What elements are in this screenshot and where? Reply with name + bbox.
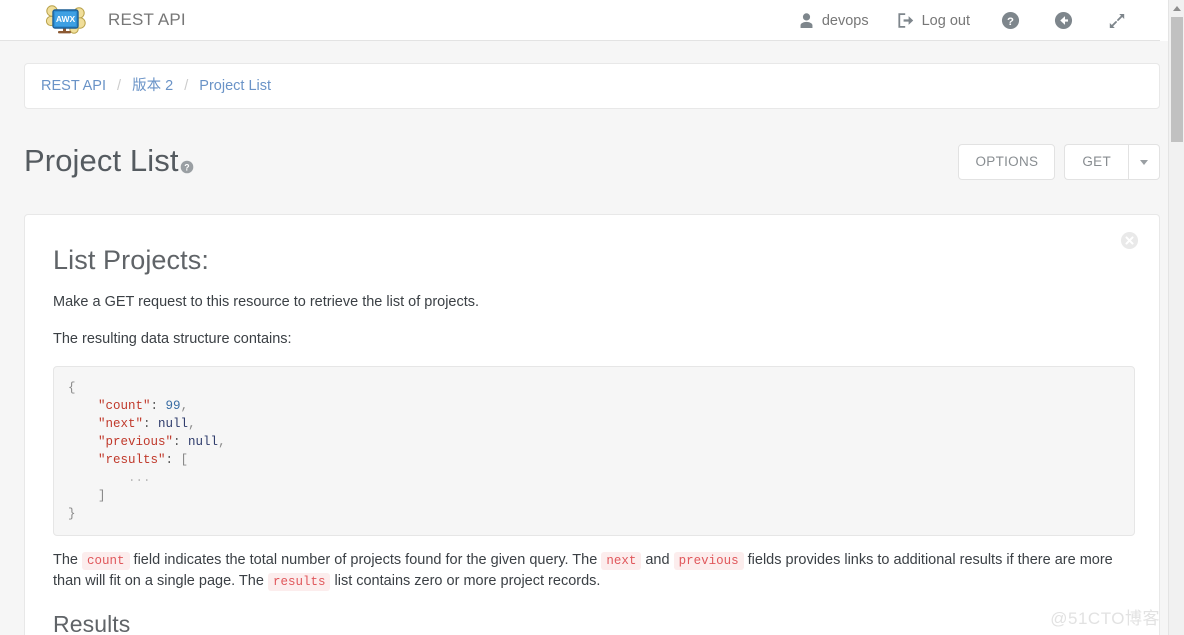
code-token-punc: { — [68, 380, 76, 395]
navbar-right-actions: devops Log out ? — [784, 0, 1144, 41]
question-circle-icon[interactable]: ? — [180, 146, 194, 182]
inline-code-count: count — [82, 551, 130, 570]
get-dropdown-toggle[interactable] — [1128, 144, 1160, 180]
scrollbar-thumb[interactable] — [1171, 17, 1183, 142]
awx-logo-icon: AWX — [44, 4, 88, 36]
brand-title: REST API — [108, 10, 186, 29]
code-token-punc: , — [218, 434, 226, 449]
close-circle-icon[interactable] — [1120, 231, 1139, 255]
breadcrumb-separator: / — [184, 78, 189, 94]
page-title: Project List ? — [24, 143, 194, 182]
intro-paragraph: Make a GET request to this resource to r… — [53, 294, 480, 311]
code-token-key: "next" — [98, 416, 144, 431]
breadcrumb-item-rest-api[interactable]: REST API — [41, 78, 106, 94]
section-heading-list-projects: List Projects: — [53, 245, 209, 276]
code-token-key: "results" — [98, 452, 166, 467]
response-code-block: { "count": 99, "next": null, "previous":… — [53, 365, 1135, 536]
page-root: AWX REST API devops Log out ? REST API /… — [0, 0, 1184, 635]
section-heading-results: Results — [53, 611, 131, 635]
breadcrumb: REST API / 版本 2 / Project List — [24, 63, 1160, 109]
code-token-null: null — [150, 416, 189, 431]
inline-code-previous: previous — [673, 551, 744, 570]
code-token-colon: : — [150, 398, 159, 413]
nav-user[interactable]: devops — [784, 0, 883, 41]
scroll-up-arrow-icon[interactable] — [1169, 0, 1184, 16]
code-token-punc: , — [180, 398, 189, 413]
get-split-button: GET — [1064, 144, 1160, 180]
svg-text:AWX: AWX — [56, 14, 76, 24]
nav-expand[interactable] — [1090, 0, 1144, 41]
nav-user-label: devops — [821, 12, 869, 29]
brand[interactable]: AWX REST API — [0, 0, 186, 41]
breadcrumb-item-version[interactable]: 版本 2 — [132, 78, 173, 94]
fields-description-paragraph: The count field indicates the total numb… — [53, 551, 1113, 592]
sign-out-icon — [897, 12, 915, 29]
response-panel: List Projects: Make a GET request to thi… — [24, 214, 1160, 635]
inline-code-results: results — [267, 573, 331, 592]
breadcrumb-item-project-list[interactable]: Project List — [199, 78, 271, 94]
breadcrumb-separator: / — [117, 78, 122, 94]
top-navbar: AWX REST API devops Log out ? — [0, 0, 1184, 41]
page-title-text: Project List — [24, 142, 179, 178]
svg-text:?: ? — [184, 162, 189, 172]
nav-help[interactable]: ? — [984, 0, 1037, 41]
code-token-colon: : — [143, 416, 151, 431]
code-token-num: 99 — [158, 398, 181, 413]
question-circle-icon: ? — [1001, 11, 1020, 30]
code-token-null: null — [180, 434, 219, 449]
expand-arrows-icon — [1107, 11, 1127, 31]
request-actions: OPTIONS GET — [958, 144, 1160, 180]
code-token-colon: : — [173, 434, 181, 449]
code-token-punc: [ — [173, 452, 189, 467]
code-token-punc: , — [188, 416, 196, 431]
arrow-circle-left-icon — [1054, 11, 1073, 30]
nav-logout[interactable]: Log out — [883, 0, 984, 41]
nav-back[interactable] — [1037, 0, 1090, 41]
code-token-key: "previous" — [98, 434, 174, 449]
code-token-punc: } — [68, 506, 76, 521]
svg-text:?: ? — [1007, 16, 1014, 28]
nav-logout-label: Log out — [921, 12, 970, 29]
options-button[interactable]: OPTIONS — [958, 144, 1056, 180]
page-content: REST API / 版本 2 / Project List Project L… — [0, 41, 1184, 635]
code-token-dots: ... — [128, 470, 151, 485]
code-token-key: "count" — [98, 398, 151, 413]
page-scrollbar[interactable] — [1168, 0, 1184, 635]
code-token-punc: ] — [98, 488, 106, 503]
structure-paragraph: The resulting data structure contains: — [53, 330, 292, 347]
user-icon — [798, 12, 815, 29]
get-button[interactable]: GET — [1064, 144, 1128, 180]
code-token-colon: : — [165, 452, 174, 467]
chevron-down-icon — [1140, 159, 1148, 165]
scrollbar-gutter — [1160, 0, 1168, 41]
inline-code-next: next — [601, 551, 642, 570]
page-title-row: Project List ? OPTIONS GET — [24, 109, 1160, 214]
